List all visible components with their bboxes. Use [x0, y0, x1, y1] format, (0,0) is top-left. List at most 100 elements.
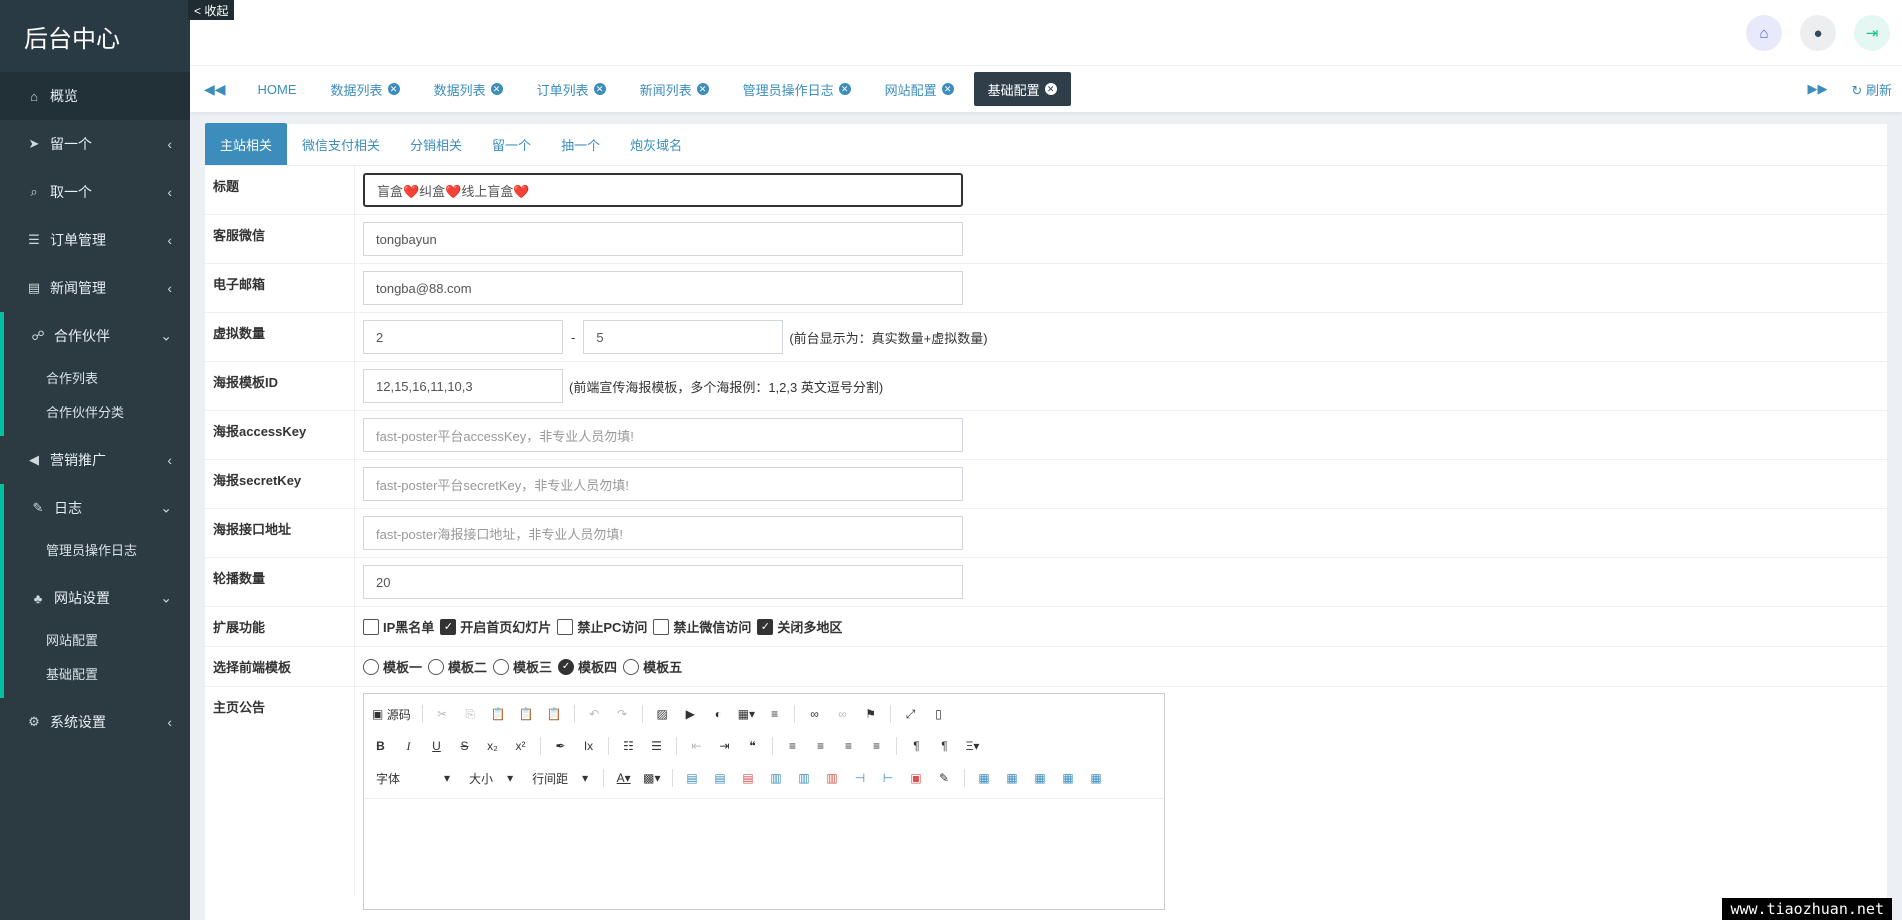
align-justify-icon[interactable]: ≡: [868, 735, 885, 757]
title-input[interactable]: 盲盒❤️纠盒❤️线上盲盒❤️: [363, 173, 963, 207]
subscript-icon[interactable]: x₂: [484, 735, 501, 757]
poster-id-input[interactable]: 12,15,16,11,10,3: [363, 369, 563, 403]
paste-icon[interactable]: 📋: [490, 703, 507, 725]
sidebar-item-site-settings[interactable]: ♣ 网站设置 ⌄: [4, 574, 190, 622]
link-icon[interactable]: ∞: [806, 703, 823, 725]
disable-multi-region-checkbox[interactable]: ✓: [757, 618, 774, 635]
background-color-icon[interactable]: ▩▾: [643, 767, 660, 789]
flash-icon[interactable]: ◐: [710, 703, 727, 725]
tab-scroll-left-button[interactable]: ◀◀: [204, 81, 226, 98]
rtl-icon[interactable]: ¶: [936, 735, 953, 757]
sidebar-item-partners[interactable]: ☍ 合作伙伴 ⌄: [4, 312, 190, 360]
sidebar-subitem-admin-log[interactable]: 管理员操作日志: [4, 532, 190, 566]
tab-admin-log[interactable]: 管理员操作日志 ✕: [729, 72, 865, 106]
collapse-sidebar-button[interactable]: < 收起: [188, 0, 235, 20]
sidebar-item-take-one[interactable]: ⌕ 取一个 ‹: [0, 168, 190, 216]
format-painter-icon[interactable]: ✒: [552, 735, 569, 757]
tab-home[interactable]: HOME: [244, 72, 311, 106]
unordered-list-icon[interactable]: ☰: [648, 735, 665, 757]
ip-blacklist-checkbox[interactable]: [363, 618, 379, 635]
home-slider-checkbox[interactable]: ✓: [440, 618, 457, 635]
indent-icon[interactable]: ⇥: [716, 735, 733, 757]
language-icon[interactable]: Ξ▾: [964, 735, 981, 757]
table-icon[interactable]: ▦▾: [738, 703, 755, 725]
virtual-max-input[interactable]: 5: [583, 320, 784, 354]
close-icon[interactable]: ✕: [387, 83, 400, 95]
font-select[interactable]: 字体 ▾: [372, 770, 454, 787]
insert-col-right-icon[interactable]: ▥: [796, 767, 813, 789]
tab-site-config[interactable]: 网站配置 ✕: [871, 72, 968, 106]
line-height-select[interactable]: 行间距 ▾: [528, 770, 592, 787]
horizontal-rule-icon[interactable]: ≡: [766, 703, 783, 725]
carousel-input[interactable]: 20: [363, 565, 963, 599]
tab-data-list-1[interactable]: 数据列表 ✕: [317, 72, 414, 106]
subtab-distribution[interactable]: 分销相关: [395, 123, 477, 165]
email-input[interactable]: tongba@88.com: [363, 271, 963, 305]
template-2-radio[interactable]: [428, 658, 445, 675]
ltr-icon[interactable]: ¶: [908, 735, 925, 757]
close-icon[interactable]: ✕: [696, 83, 709, 95]
close-icon[interactable]: ✕: [838, 83, 851, 95]
sidebar-item-orders[interactable]: ☰ 订单管理 ‹: [0, 216, 190, 264]
split-cells-icon[interactable]: ▦: [1004, 767, 1021, 789]
table-props-icon[interactable]: ✎: [936, 767, 953, 789]
undo-icon[interactable]: ↶: [586, 703, 603, 725]
sidebar-item-leave-one[interactable]: ➤ 留一个 ‹: [0, 120, 190, 168]
merge-cells-icon[interactable]: ▦: [1088, 767, 1105, 789]
virtual-min-input[interactable]: 2: [363, 320, 563, 354]
sidebar-subitem-basic-config[interactable]: 基础配置: [4, 656, 190, 690]
delete-row-icon[interactable]: ▤: [740, 767, 757, 789]
insert-row-below-icon[interactable]: ▤: [712, 767, 729, 789]
template-5-radio[interactable]: [623, 658, 640, 675]
block-pc-checkbox[interactable]: [557, 618, 574, 635]
tab-news-list[interactable]: 新闻列表 ✕: [626, 72, 723, 106]
preview-icon[interactable]: ▯: [930, 703, 947, 725]
user-button[interactable]: ●: [1800, 15, 1836, 51]
sidebar-subitem-partner-list[interactable]: 合作列表: [4, 360, 190, 394]
template-3-radio[interactable]: [493, 658, 510, 675]
text-color-icon[interactable]: A▾: [615, 767, 632, 789]
subtab-cannon-domain[interactable]: 炮灰域名: [615, 123, 697, 165]
bold-icon[interactable]: B: [372, 735, 389, 757]
insert-row-above-icon[interactable]: ▤: [684, 767, 701, 789]
tab-scroll-right-button[interactable]: ▶▶: [1807, 81, 1827, 97]
blockquote-icon[interactable]: ❝: [744, 735, 761, 757]
redo-icon[interactable]: ↷: [614, 703, 631, 725]
merge-left-icon[interactable]: ⊣: [852, 767, 869, 789]
copy-icon[interactable]: ⎘: [462, 703, 479, 725]
sidebar-item-news[interactable]: ▤ 新闻管理 ‹: [0, 264, 190, 312]
home-button[interactable]: ⌂: [1746, 15, 1782, 51]
subtab-main-site[interactable]: 主站相关: [205, 123, 288, 165]
cut-icon[interactable]: ✂: [434, 703, 451, 725]
split-cols-icon[interactable]: ▦: [1060, 767, 1077, 789]
image-icon[interactable]: ▨: [654, 703, 671, 725]
paste-text-icon[interactable]: 📋: [518, 703, 535, 725]
ordered-list-icon[interactable]: ☷: [620, 735, 637, 757]
align-right-icon[interactable]: ≡: [840, 735, 857, 757]
subtab-draw-one[interactable]: 抽一个: [546, 123, 615, 165]
wechat-input[interactable]: tongbayun: [363, 222, 963, 256]
fullscreen-icon[interactable]: ⤢: [902, 703, 919, 725]
access-key-input[interactable]: fast-poster平台accessKey，非专业人员勿填!: [363, 418, 963, 452]
sidebar-subitem-partner-category[interactable]: 合作伙伴分类: [4, 394, 190, 428]
api-url-input[interactable]: fast-poster海报接口地址，非专业人员勿填!: [363, 516, 963, 550]
source-button[interactable]: ▣ 源码: [372, 703, 411, 725]
unlink-icon[interactable]: ∞: [834, 703, 851, 725]
size-select[interactable]: 大小 ▾: [465, 770, 517, 787]
block-wechat-checkbox[interactable]: [653, 618, 670, 635]
close-icon[interactable]: ✕: [941, 83, 954, 95]
align-left-icon[interactable]: ≡: [784, 735, 801, 757]
refresh-button[interactable]: ↻ 刷新: [1851, 80, 1892, 99]
cell-props-icon[interactable]: ▦: [976, 767, 993, 789]
close-icon[interactable]: ✕: [593, 83, 606, 95]
template-1-radio[interactable]: [363, 658, 379, 675]
delete-table-icon[interactable]: ▣: [908, 767, 925, 789]
sidebar-subitem-site-config[interactable]: 网站配置: [4, 622, 190, 656]
delete-col-icon[interactable]: ▥: [824, 767, 841, 789]
sidebar-item-overview[interactable]: ⌂ 概览: [0, 72, 190, 120]
video-icon[interactable]: ▶: [682, 703, 699, 725]
sidebar-item-logs[interactable]: ✎ 日志 ⌄: [4, 484, 190, 532]
sidebar-item-system-settings[interactable]: ⚙ 系统设置 ‹: [0, 698, 190, 746]
editor-content-area[interactable]: [364, 799, 1164, 909]
secret-key-input[interactable]: fast-poster平台secretKey，非专业人员勿填!: [363, 467, 963, 501]
